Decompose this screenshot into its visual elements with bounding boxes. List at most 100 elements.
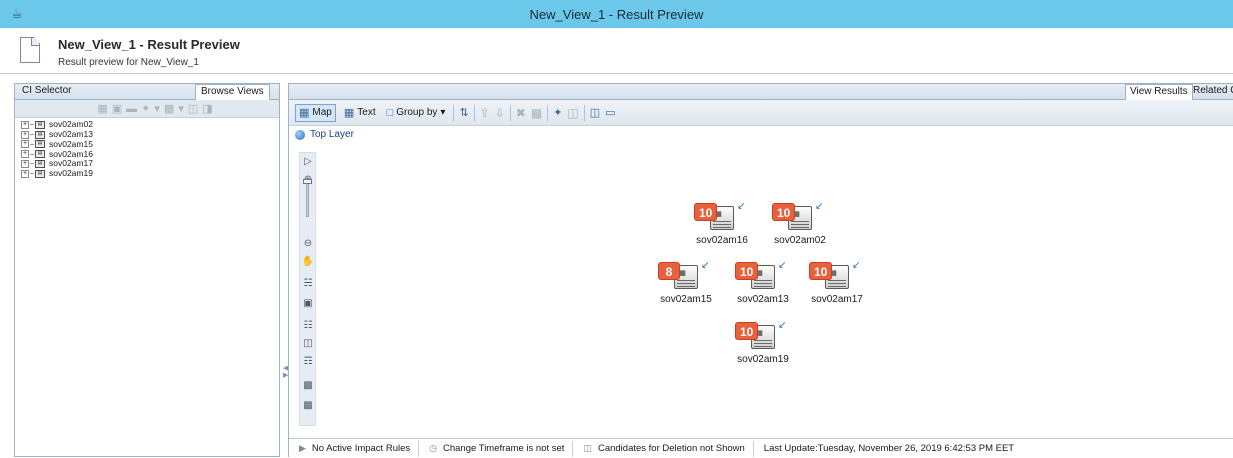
map-icon: ▦ (299, 107, 310, 119)
down-arrow-icon: ↙ (778, 260, 787, 271)
map-toolbar: ▦ Map ▦ Text □ Group by ▾ ⇅ ⇧ ⇩ ✖ ▩ ✦ ◫ (289, 100, 1233, 126)
map-view-button[interactable]: ▦ Map (295, 103, 336, 122)
tab-view-results[interactable]: View Results (1125, 84, 1193, 100)
ci-count-badge: 10 (694, 203, 718, 221)
map-node[interactable]: ▦ 10 ↙ sov02am17 (797, 260, 877, 316)
right-panel: View Results Related C ▦ Map ▦ Text □ Gr… (288, 83, 1233, 458)
node-label: sov02am02 (774, 235, 826, 246)
left-tabbar: CI Selector Browse Views (15, 84, 279, 100)
new-icon[interactable]: ✦ (141, 102, 150, 115)
save-icon[interactable]: ▩ (164, 102, 174, 115)
tab-browse-views[interactable]: Browse Views (195, 84, 270, 100)
copy-icon[interactable]: ◫ (188, 102, 198, 115)
move-down-icon[interactable]: ⇩ (495, 106, 505, 120)
sort-icon[interactable]: ⇅ (459, 106, 468, 119)
document-icon (20, 37, 40, 63)
timeframe-text: Change Timeframe is not set (443, 443, 565, 454)
expand-plus-icon[interactable]: + (21, 150, 29, 159)
window-title: New_View_1 - Result Preview (529, 6, 704, 22)
left-toolbar: ▦ ▣ ▬ ✦ ▾ ▩ ▾ ◫ ◨ (15, 100, 279, 118)
dropdown-arrow-icon[interactable]: ▾ (178, 102, 184, 115)
ci-count-badge: 10 (735, 262, 759, 280)
paste-icon[interactable]: ◨ (202, 102, 212, 115)
map-node[interactable]: ▦ 10 ↙ sov02am13 (723, 260, 803, 316)
clock-icon: ◷ (429, 443, 437, 453)
dropdown-arrow-icon: ▾ (440, 107, 446, 118)
ci-count-badge: 8 (658, 262, 680, 280)
properties-icon[interactable]: ▩ (531, 106, 542, 120)
view-tree: + ▤ sov02am02 + ▤ sov02am13 + ▤ sov02am1… (15, 118, 279, 178)
expand-panel-icon[interactable]: ▷ (301, 155, 315, 169)
left-panel: CI Selector Browse Views ▦ ▣ ▬ ✦ ▾ ▩ ▾ ◫… (14, 83, 280, 457)
group-by-label: Group by (396, 107, 438, 118)
tree-layout-icon[interactable]: ☷ (301, 319, 315, 333)
layer-label: Top Layer (310, 129, 354, 140)
grid-icon: ▦ (343, 107, 355, 119)
tab-related-cis[interactable]: Related C (1189, 84, 1233, 100)
ci-icon: ▤ (35, 159, 45, 168)
page-header: New_View_1 - Result Preview Result previ… (0, 28, 1233, 74)
right-tabbar: View Results Related C (289, 84, 1233, 100)
status-impact-rules: ▶ No Active Impact Rules (289, 440, 420, 457)
map-node[interactable]: ▦ 10 ↙ sov02am19 (723, 320, 803, 376)
tree-item-label: sov02am02 (49, 119, 93, 130)
layout-icon[interactable]: ◫ (590, 106, 600, 119)
expand-plus-icon[interactable]: + (21, 130, 29, 139)
map-node[interactable]: ▦ 10 ↙ sov02am02 (760, 201, 840, 257)
ci-icon: ▤ (35, 130, 45, 139)
zoom-slider-thumb[interactable] (303, 179, 312, 184)
tab-ci-selector[interactable]: CI Selector (17, 84, 76, 100)
tree-item[interactable]: + ▤ sov02am19 (21, 169, 279, 179)
zoom-slider-track[interactable] (306, 181, 309, 217)
column-layout-icon[interactable]: ☶ (301, 355, 315, 369)
delete-icon[interactable]: ✖ (516, 106, 526, 120)
map-side-toolbar: ▷ ⊕ ⊖ ✋ ☵ ▣ ☷ ◫ ☶ ▩ ▩ (299, 152, 316, 426)
candidates-icon: ◫ (583, 443, 592, 453)
ci-icon: ▤ (35, 169, 45, 178)
map-node[interactable]: ▦ 8 ↙ sov02am15 (646, 260, 726, 316)
pan-hand-icon[interactable]: ✋ (301, 255, 315, 269)
map-node[interactable]: ▦ 10 ↙ sov02am16 (682, 201, 762, 257)
tree-item[interactable]: + ▤ sov02am15 (21, 138, 279, 150)
new-ci-icon[interactable]: ✦ (553, 106, 562, 119)
move-up-icon[interactable]: ⇧ (480, 106, 490, 120)
candidates-text: Candidates for Deletion not Shown (597, 443, 745, 454)
group-disabled-icon[interactable]: ▩ (301, 379, 315, 393)
dropdown-arrow-icon[interactable]: ▾ (154, 102, 160, 115)
layer-breadcrumb[interactable]: Top Layer (295, 129, 354, 140)
map-view-label: Map (312, 107, 332, 118)
text-view-label: Text (357, 107, 376, 118)
down-arrow-icon: ↙ (778, 320, 787, 331)
status-last-update: Last Update:Tuesday, November 26, 2019 6… (754, 441, 1022, 457)
minus-icon[interactable]: ▬ (126, 103, 137, 115)
filter-icon[interactable]: ◫ (567, 106, 578, 120)
play-icon: ▶ (299, 443, 306, 453)
tree-item-label: sov02am15 (49, 138, 93, 149)
properties-icon[interactable]: ▣ (112, 102, 122, 115)
zoom-out-icon[interactable]: ⊖ (301, 237, 315, 251)
down-arrow-icon: ↙ (852, 260, 861, 271)
group-by-button[interactable]: □ Group by ▾ (384, 104, 449, 122)
status-timeframe: ◷ Change Timeframe is not set (419, 440, 574, 457)
table-layout-icon[interactable]: ◫ (301, 337, 315, 351)
tree-item-label: sov02am16 (49, 148, 93, 159)
ungroup-disabled-icon[interactable]: ▩ (301, 399, 315, 413)
expand-plus-icon[interactable]: + (21, 169, 29, 178)
down-arrow-icon: ↙ (701, 260, 710, 271)
tree-item-label: sov02am19 (49, 168, 93, 179)
down-arrow-icon: ↙ (737, 201, 746, 212)
down-arrow-icon: ↙ (815, 201, 824, 212)
tree-item[interactable]: + ▤ sov02am13 (21, 130, 279, 140)
ci-icon: ▤ (35, 140, 45, 149)
hierarchy-layout-icon[interactable]: ☵ (301, 277, 315, 291)
fit-to-window-icon[interactable]: ▣ (301, 297, 315, 311)
expand-plus-icon[interactable]: + (21, 120, 29, 129)
ci-count-badge: 10 (772, 203, 796, 221)
window-icon[interactable]: ▭ (605, 106, 615, 119)
expand-plus-icon[interactable]: + (21, 159, 29, 168)
main-area: CI Selector Browse Views ▦ ▣ ▬ ✦ ▾ ▩ ▾ ◫… (0, 75, 1233, 458)
expand-plus-icon[interactable]: + (21, 140, 29, 149)
expand-icon[interactable]: ▦ (97, 102, 107, 115)
text-view-button[interactable]: ▦ Text (341, 104, 379, 122)
node-label: sov02am13 (737, 294, 789, 305)
